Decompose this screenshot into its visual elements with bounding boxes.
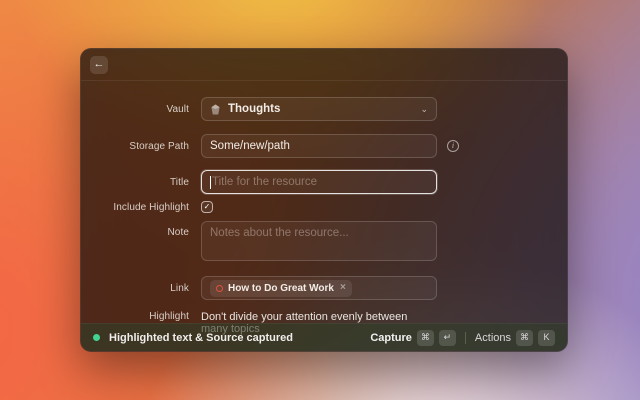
capture-action[interactable]: Capture ⌘ ↵: [370, 330, 456, 346]
title-placeholder: Title for the resource: [212, 176, 317, 188]
storage-path-value: Some/new/path: [210, 140, 290, 152]
statusbar-actions: Capture ⌘ ↵ Actions ⌘ K: [370, 330, 555, 346]
vault-select[interactable]: Thoughts ⌄: [201, 97, 437, 121]
include-highlight-label: Include Highlight: [81, 202, 189, 213]
link-favicon-icon: [216, 285, 223, 292]
capture-window: ← Vault Thoughts ⌄ Storage Path Some/new…: [80, 48, 568, 352]
status-bar: Highlighted text & Source captured Captu…: [81, 323, 567, 351]
desktop-background: { "icons": { "back": "←", "chevron_down"…: [0, 0, 640, 400]
actions-label: Actions: [475, 332, 511, 344]
include-highlight-checkbox[interactable]: ✓: [201, 201, 213, 213]
chip-remove-icon[interactable]: ×: [340, 283, 346, 293]
statusbar-divider: [465, 332, 466, 344]
note-placeholder: Notes about the resource...: [210, 227, 349, 239]
status-message: Highlighted text & Source captured: [109, 332, 293, 344]
cmd-key-icon: ⌘: [516, 330, 533, 346]
back-button[interactable]: ←: [90, 56, 108, 74]
storage-path-row: Storage Path Some/new/path i: [81, 134, 567, 158]
vault-selected-value: Thoughts: [228, 103, 280, 115]
link-row: Link How to Do Great Work ×: [81, 276, 567, 300]
storage-path-input[interactable]: Some/new/path: [201, 134, 437, 158]
highlight-label: Highlight: [81, 311, 189, 322]
checkmark-icon: ✓: [204, 203, 211, 211]
note-textarea[interactable]: Notes about the resource...: [201, 221, 437, 261]
vault-label: Vault: [81, 104, 189, 115]
enter-key-icon: ↵: [439, 330, 456, 346]
link-label: Link: [81, 283, 189, 294]
note-label: Note: [81, 221, 189, 238]
include-highlight-row: Include Highlight ✓: [81, 201, 567, 213]
window-header: ←: [81, 49, 567, 81]
vault-gem-icon: [210, 104, 221, 115]
link-chip[interactable]: How to Do Great Work ×: [210, 280, 352, 297]
title-row: Title Title for the resource: [81, 170, 567, 194]
link-input[interactable]: How to Do Great Work ×: [201, 276, 437, 300]
cmd-key-icon: ⌘: [417, 330, 434, 346]
chevron-down-icon: ⌄: [420, 105, 428, 114]
k-key-icon: K: [538, 330, 555, 346]
storage-path-label: Storage Path: [81, 141, 189, 152]
link-chip-text: How to Do Great Work: [228, 283, 334, 294]
actions-action[interactable]: Actions ⌘ K: [475, 330, 555, 346]
title-label: Title: [81, 177, 189, 188]
info-icon[interactable]: i: [447, 140, 459, 152]
capture-label: Capture: [370, 332, 412, 344]
vault-row: Vault Thoughts ⌄: [81, 97, 567, 121]
note-row: Note Notes about the resource...: [81, 221, 567, 261]
status-dot-icon: [93, 334, 100, 341]
back-arrow-icon: ←: [94, 59, 105, 70]
capture-form: Vault Thoughts ⌄ Storage Path Some/new/p…: [81, 81, 567, 335]
title-input[interactable]: Title for the resource: [201, 170, 437, 194]
text-caret: [210, 176, 211, 189]
